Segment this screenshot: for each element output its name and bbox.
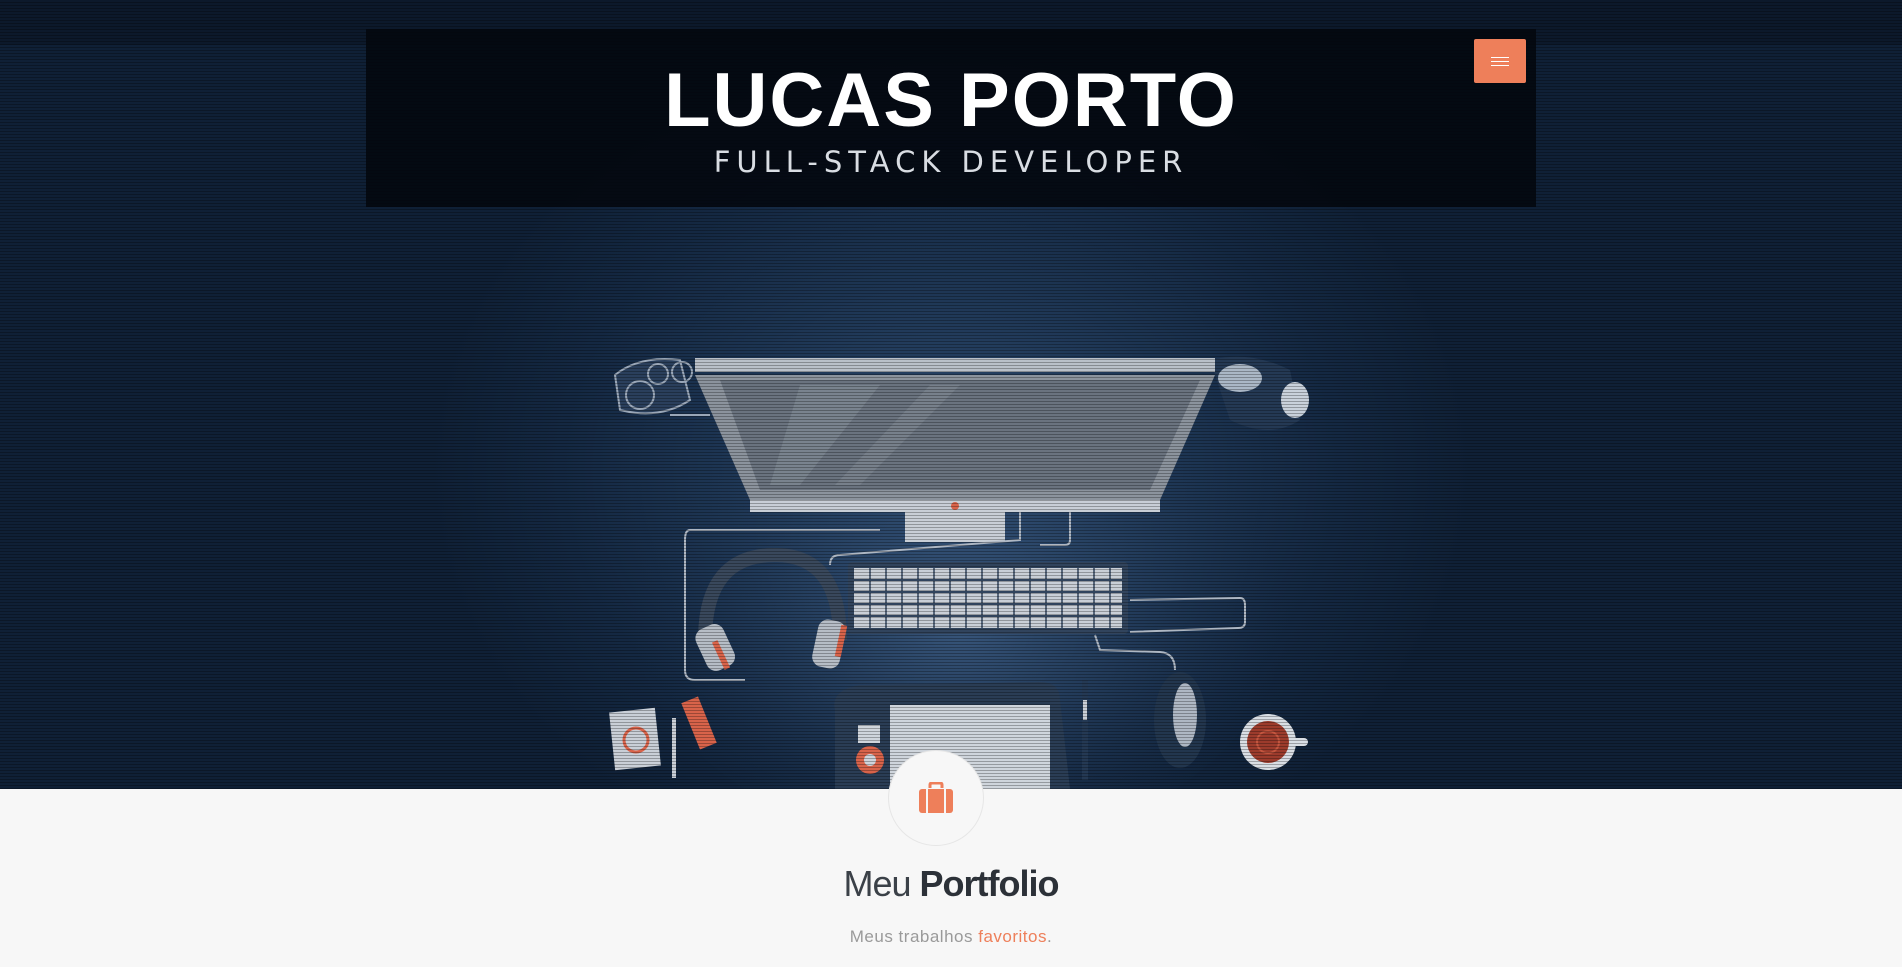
desk-workspace-illustration (609, 350, 1309, 789)
site-title: LUCAS PORTO (664, 58, 1238, 143)
section-title-bold: Portfolio (919, 863, 1060, 904)
right-gamepad-shape (1210, 356, 1309, 430)
section-title-light: Meu (843, 863, 911, 904)
briefcase-icon (919, 782, 953, 813)
section-icon-circle (888, 750, 984, 846)
site-subtitle: FULL-STACK DEVELOPER (713, 145, 1189, 179)
hamburger-menu-button[interactable] (1474, 39, 1526, 83)
coffee-cup-shape (1240, 714, 1308, 770)
tagline-suffix: . (1046, 927, 1053, 946)
hero-section: LUCAS PORTO FULL-STACK DEVELOPER (0, 0, 1902, 789)
section-tagline: Meus trabalhos favoritos. (0, 927, 1902, 947)
keyboard-shape (848, 562, 1128, 634)
site-header: LUCAS PORTO FULL-STACK DEVELOPER (366, 29, 1536, 207)
mouse-shape (1154, 672, 1206, 768)
section-title: Meu Portfolio (0, 863, 1902, 905)
hamburger-menu-icon (1491, 57, 1509, 58)
tagline-accent: favoritos (978, 927, 1047, 946)
portfolio-section: Meu Portfolio Meus trabalhos favoritos. (0, 750, 1902, 967)
tagline-prefix: Meus trabalhos (849, 927, 973, 946)
